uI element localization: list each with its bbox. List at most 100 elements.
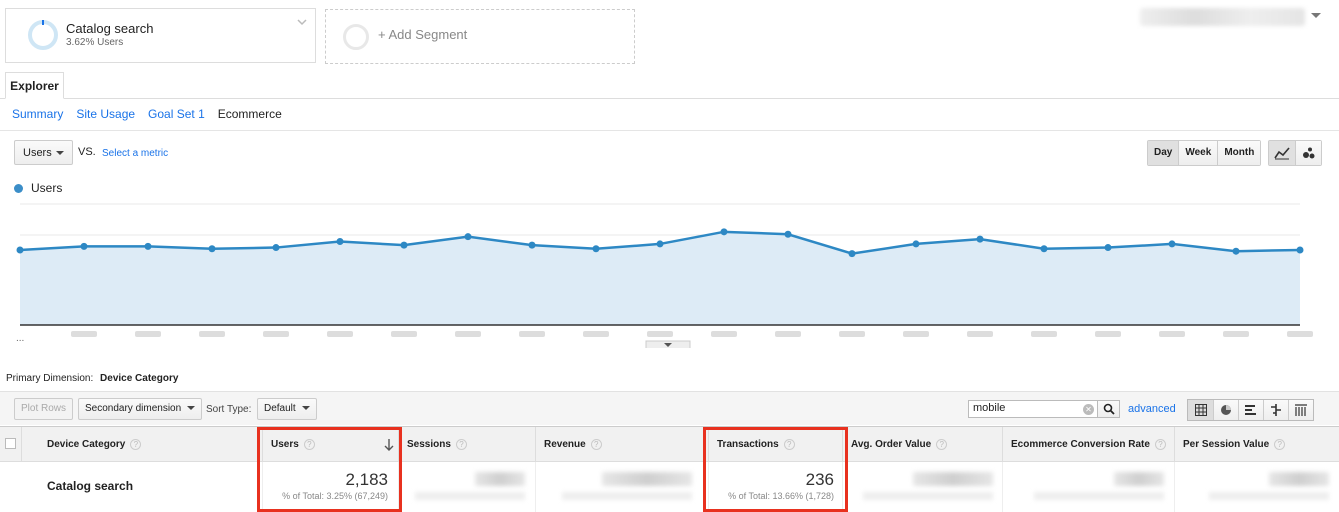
data-point bbox=[400, 241, 408, 249]
x-tick-label-redacted bbox=[1031, 331, 1057, 337]
x-tick-label-redacted bbox=[1095, 331, 1121, 337]
data-point bbox=[1296, 246, 1304, 254]
x-tick-label-start: ... bbox=[16, 333, 24, 344]
caret-down-icon bbox=[187, 406, 196, 411]
legend-dot-icon bbox=[14, 183, 23, 193]
primary-dimension-label: Primary Dimension: bbox=[6, 373, 94, 384]
performance-view-button[interactable] bbox=[1238, 400, 1263, 420]
add-segment-button[interactable]: + Add Segment bbox=[325, 9, 635, 64]
clear-search-icon[interactable]: ✕ bbox=[1083, 404, 1094, 415]
x-tick-label-redacted bbox=[967, 331, 993, 337]
data-point bbox=[1232, 247, 1240, 255]
column-sessions[interactable]: Sessions? bbox=[398, 427, 536, 463]
redacted-value bbox=[602, 472, 692, 486]
pivot-icon bbox=[1295, 404, 1307, 416]
column-avg-order-value[interactable]: Avg. Order Value? bbox=[842, 427, 1003, 463]
segment-ring-icon bbox=[28, 20, 58, 50]
sort-type-label: Sort Type: bbox=[206, 404, 252, 415]
month-button[interactable]: Month bbox=[1217, 141, 1261, 165]
sort-type-select[interactable]: Default bbox=[257, 398, 317, 420]
help-icon[interactable]: ? bbox=[130, 438, 142, 450]
users-line-chart: ... bbox=[16, 203, 1313, 348]
redacted-percent bbox=[1034, 492, 1164, 500]
column-label: Device Category bbox=[47, 439, 126, 450]
x-tick-label-redacted bbox=[519, 331, 545, 337]
data-point bbox=[1168, 240, 1176, 248]
day-button[interactable]: Day bbox=[1148, 141, 1179, 165]
help-icon[interactable]: ? bbox=[1274, 438, 1286, 450]
date-range-caret-icon[interactable] bbox=[1311, 13, 1321, 18]
users-highlight-box bbox=[257, 427, 402, 512]
data-point bbox=[848, 250, 856, 258]
help-icon[interactable]: ? bbox=[936, 438, 948, 450]
select-metric-link[interactable]: Select a metric bbox=[102, 148, 168, 159]
segment-catalog-search[interactable]: Catalog search 3.62% Users bbox=[5, 8, 316, 63]
table-row: Catalog search 2,183 % of Total: 3.25% (… bbox=[0, 462, 1339, 512]
plot-rows-button[interactable]: Plot Rows bbox=[14, 398, 74, 420]
comparison-view-button[interactable] bbox=[1263, 400, 1288, 420]
column-per-session-value[interactable]: Per Session Value? bbox=[1174, 427, 1339, 463]
x-tick-label-redacted bbox=[1287, 331, 1313, 337]
granularity-buttons: Day Week Month bbox=[1147, 140, 1262, 166]
cell-ecommerce-conversion-rate bbox=[1002, 462, 1174, 512]
column-label: Per Session Value bbox=[1183, 439, 1270, 450]
subtab-site-usage[interactable]: Site Usage bbox=[76, 107, 135, 121]
metric-select-value: Users bbox=[23, 147, 52, 159]
metric-select[interactable]: Users bbox=[14, 140, 73, 165]
column-device-category[interactable]: Device Category? bbox=[21, 427, 256, 463]
data-point bbox=[16, 246, 24, 254]
help-icon[interactable]: ? bbox=[590, 438, 602, 450]
cell-avg-order-value bbox=[842, 462, 1003, 512]
bubble-chart-icon bbox=[1302, 147, 1314, 159]
column-label: Revenue bbox=[544, 439, 586, 450]
line-chart-button[interactable] bbox=[1269, 141, 1295, 165]
primary-dimension-value[interactable]: Device Category bbox=[100, 373, 178, 384]
table-view-buttons bbox=[1187, 399, 1314, 421]
tab-explorer[interactable]: Explorer bbox=[5, 72, 64, 99]
redacted-value bbox=[1114, 472, 1164, 486]
motion-chart-button[interactable] bbox=[1295, 141, 1321, 165]
line-chart-icon bbox=[1274, 147, 1290, 160]
tab-bar-divider bbox=[0, 98, 1339, 99]
secondary-dimension-select[interactable]: Secondary dimension bbox=[78, 398, 203, 420]
column-label: Sessions bbox=[407, 439, 451, 450]
x-tick-label-redacted bbox=[199, 331, 225, 337]
data-point bbox=[464, 233, 472, 241]
column-ecommerce-conversion-rate[interactable]: Ecommerce Conversion Rate? bbox=[1002, 427, 1174, 463]
x-tick-label-redacted bbox=[839, 331, 865, 337]
help-icon[interactable]: ? bbox=[455, 438, 467, 450]
date-range-picker[interactable] bbox=[1140, 8, 1305, 26]
week-button[interactable]: Week bbox=[1178, 141, 1218, 165]
row-label: Catalog search bbox=[47, 479, 134, 493]
data-table-view-button[interactable] bbox=[1188, 400, 1213, 420]
x-tick-label-redacted bbox=[263, 331, 289, 337]
add-segment-label: + Add Segment bbox=[378, 27, 468, 42]
pie-view-button[interactable] bbox=[1213, 400, 1238, 420]
x-tick-label-redacted bbox=[1159, 331, 1185, 337]
redacted-percent bbox=[1209, 492, 1329, 500]
secondary-dimension-label: Secondary dimension bbox=[85, 403, 182, 414]
subtab-ecommerce[interactable]: Ecommerce bbox=[218, 107, 282, 121]
chart-type-buttons bbox=[1268, 140, 1322, 166]
column-revenue[interactable]: Revenue? bbox=[535, 427, 702, 463]
help-icon[interactable]: ? bbox=[1154, 438, 1166, 450]
x-tick-label-redacted bbox=[455, 331, 481, 337]
subtab-goal-set-1[interactable]: Goal Set 1 bbox=[148, 107, 205, 121]
caret-down-icon bbox=[301, 406, 310, 411]
data-point bbox=[976, 235, 984, 243]
table-search-input[interactable]: mobile ✕ bbox=[968, 400, 1098, 418]
search-button[interactable] bbox=[1097, 400, 1120, 418]
cell-sessions bbox=[398, 462, 535, 512]
redacted-value bbox=[475, 472, 525, 486]
subtab-summary[interactable]: Summary bbox=[12, 107, 63, 121]
x-tick-label-redacted bbox=[903, 331, 929, 337]
pivot-view-button[interactable] bbox=[1288, 400, 1313, 420]
data-point bbox=[1104, 244, 1112, 252]
redacted-percent bbox=[863, 492, 993, 500]
comparison-icon bbox=[1271, 404, 1281, 416]
redacted-value bbox=[1269, 472, 1329, 486]
advanced-filter-link[interactable]: advanced bbox=[1128, 403, 1176, 415]
select-all-checkbox[interactable] bbox=[5, 438, 16, 449]
chevron-down-icon[interactable] bbox=[297, 17, 307, 27]
legend-label: Users bbox=[31, 181, 63, 195]
